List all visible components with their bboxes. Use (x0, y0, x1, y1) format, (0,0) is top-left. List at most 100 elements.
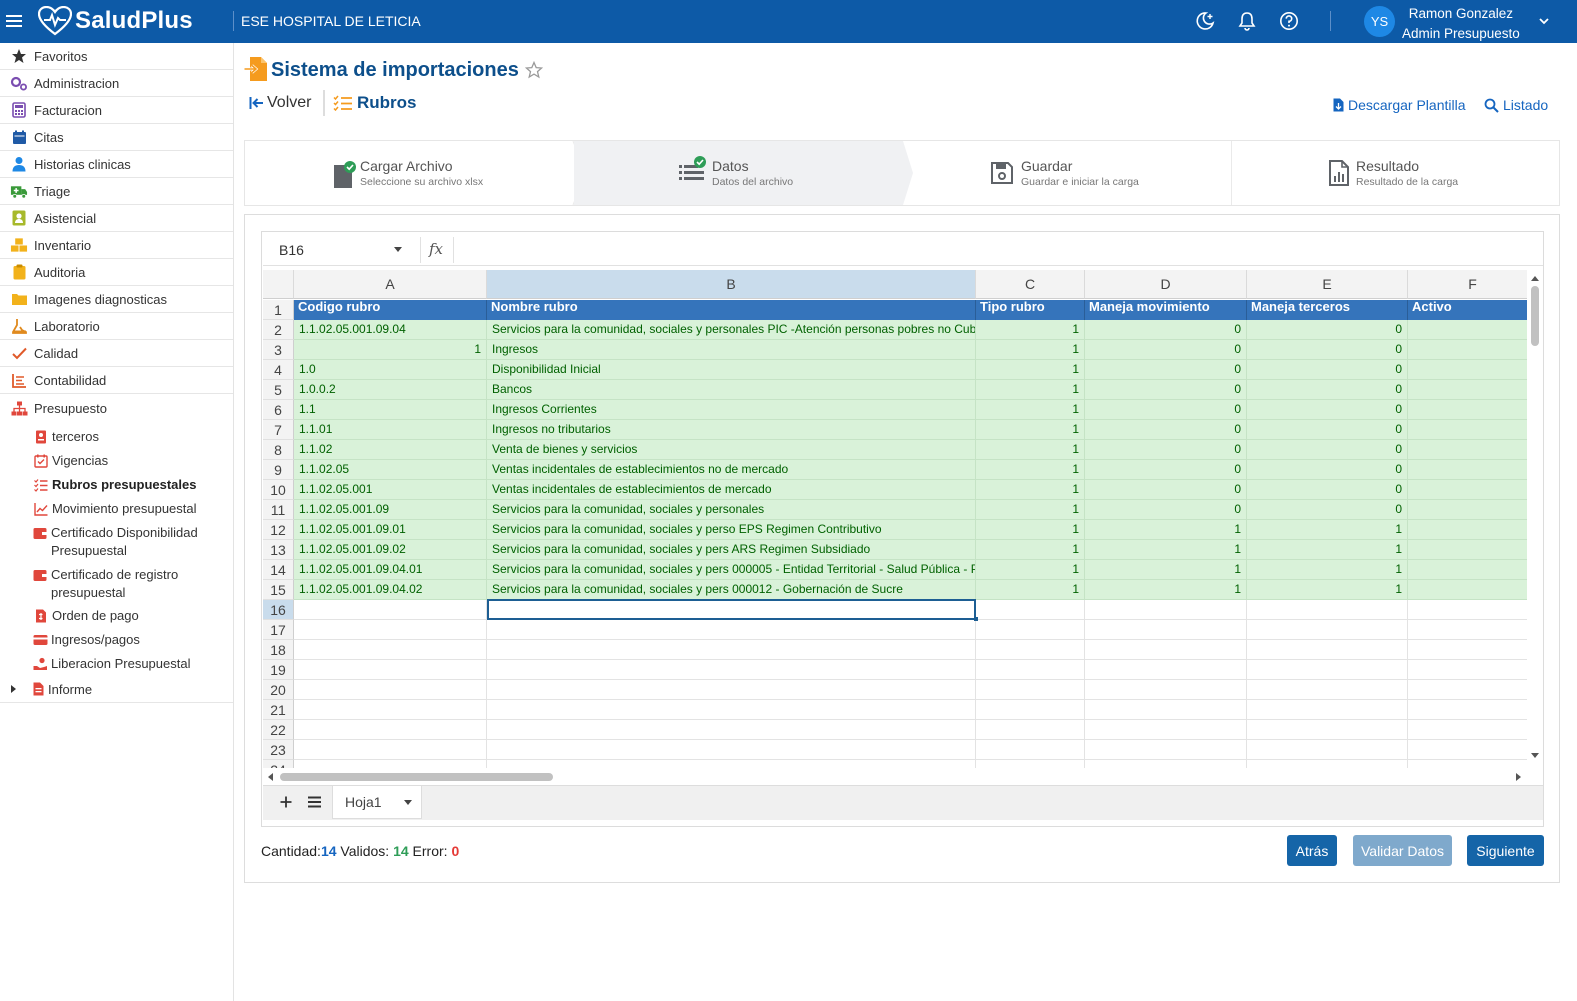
empty-cell[interactable] (487, 660, 976, 680)
data-cell[interactable]: 1 (1247, 520, 1408, 540)
data-cell[interactable]: 1 (976, 560, 1085, 580)
data-cell[interactable]: 1.1.02.05.001.09.04.01 (294, 560, 487, 580)
data-cell[interactable]: 0 (1247, 320, 1408, 340)
data-cell[interactable]: Servicios para la comunidad, sociales y … (487, 500, 976, 520)
empty-cell[interactable] (294, 680, 487, 700)
data-cell[interactable]: 1.1.02.05.001.09.04.02 (294, 580, 487, 600)
empty-cell[interactable] (294, 740, 487, 760)
back-button[interactable]: Atrás (1287, 835, 1337, 866)
data-cell[interactable]: 0 (1085, 360, 1247, 380)
empty-cell[interactable] (1247, 620, 1408, 640)
data-cell[interactable]: 1.1.02.05.001 (294, 480, 487, 500)
data-cell[interactable]: 1 (1085, 560, 1247, 580)
data-cell[interactable]: 1.1.01 (294, 420, 487, 440)
sidebar-subitem-rubros[interactable]: Rubros presupuestales (34, 476, 197, 494)
sidebar-item-citas[interactable]: Citas (0, 124, 233, 151)
data-cell[interactable]: Bancos (487, 380, 976, 400)
data-cell[interactable]: 0 (1085, 400, 1247, 420)
data-cell[interactable] (1408, 340, 1527, 360)
empty-cell[interactable] (1247, 700, 1408, 720)
row-header[interactable]: 6 (263, 400, 294, 420)
data-cell[interactable]: 1 (976, 420, 1085, 440)
sidebar-item-facturacion[interactable]: Facturacion (0, 97, 233, 124)
empty-cell[interactable] (487, 740, 976, 760)
sidebar-item-informe[interactable]: Informe (0, 676, 233, 703)
data-cell[interactable]: 0 (1085, 380, 1247, 400)
data-cell[interactable]: 1.1.02 (294, 440, 487, 460)
data-cell[interactable]: 1 (976, 480, 1085, 500)
fill-handle[interactable] (974, 617, 978, 621)
sidebar-subitem-vigencias[interactable]: Vigencias (34, 452, 108, 470)
data-cell[interactable]: 0 (1085, 500, 1247, 520)
empty-cell[interactable] (1085, 680, 1247, 700)
empty-cell[interactable] (1408, 740, 1527, 760)
step-datos[interactable]: Datos Datos del archivo (574, 141, 903, 205)
header-cell[interactable]: Codigo rubro (294, 300, 487, 320)
data-cell[interactable]: 0 (1247, 400, 1408, 420)
horizontal-scrollbar[interactable] (266, 771, 1526, 783)
bell-icon[interactable] (1237, 11, 1257, 31)
sidebar-item-asistencial[interactable]: Asistencial (0, 205, 233, 232)
data-cell[interactable]: Venta de bienes y servicios (487, 440, 976, 460)
sidebar-item-imagenes[interactable]: Imagenes diagnosticas (0, 286, 233, 313)
data-cell[interactable]: 1 (976, 320, 1085, 340)
empty-cell[interactable] (1408, 640, 1527, 660)
data-cell[interactable]: 1 (294, 340, 487, 360)
row-header[interactable]: 18 (263, 640, 294, 660)
data-cell[interactable] (1408, 420, 1527, 440)
theme-toggle-icon[interactable] (1195, 11, 1215, 31)
header-cell[interactable]: Tipo rubro (976, 300, 1085, 320)
download-template-link[interactable]: Descargar Plantilla (1333, 97, 1466, 113)
empty-cell[interactable] (976, 640, 1085, 660)
empty-cell[interactable] (1085, 740, 1247, 760)
back-link[interactable]: Volver (249, 94, 311, 112)
vertical-scrollbar[interactable] (1530, 274, 1540, 764)
data-cell[interactable]: Servicios para la comunidad, sociales y … (487, 320, 976, 340)
column-header[interactable]: E (1247, 270, 1408, 299)
sidebar-item-favoritos[interactable]: Favoritos (0, 43, 233, 70)
empty-cell[interactable] (487, 720, 976, 740)
data-cell[interactable]: 1.0 (294, 360, 487, 380)
add-sheet-icon[interactable] (280, 796, 292, 808)
sidebar-item-administracion[interactable]: Administracion (0, 70, 233, 97)
empty-cell[interactable] (976, 700, 1085, 720)
data-cell[interactable]: 1.1.02.05.001.09 (294, 500, 487, 520)
data-cell[interactable]: 1.1.02.05.001.09.04 (294, 320, 487, 340)
empty-cell[interactable] (1247, 640, 1408, 660)
row-header[interactable]: 13 (263, 540, 294, 560)
row-header[interactable]: 5 (263, 380, 294, 400)
data-cell[interactable]: 1.1 (294, 400, 487, 420)
empty-cell[interactable] (1408, 680, 1527, 700)
favorite-star-icon[interactable] (525, 61, 543, 79)
data-cell[interactable]: 1 (976, 340, 1085, 360)
data-cell[interactable]: 0 (1085, 340, 1247, 360)
row-header[interactable]: 17 (263, 620, 294, 640)
scroll-thumb[interactable] (1531, 286, 1539, 346)
row-header[interactable]: 9 (263, 460, 294, 480)
row-header[interactable]: 19 (263, 660, 294, 680)
empty-cell[interactable] (976, 600, 1085, 620)
step-guardar[interactable]: Guardar Guardar e iniciar la carga (913, 141, 1231, 205)
data-cell[interactable]: 1 (1085, 520, 1247, 540)
empty-cell[interactable] (487, 700, 976, 720)
row-header[interactable]: 12 (263, 520, 294, 540)
empty-cell[interactable] (1247, 760, 1408, 768)
data-cell[interactable]: 1 (976, 520, 1085, 540)
empty-cell[interactable] (976, 740, 1085, 760)
empty-cell[interactable] (487, 760, 976, 768)
sidebar-item-historias[interactable]: Historias clinicas (0, 151, 233, 178)
data-cell[interactable]: 1 (1085, 580, 1247, 600)
empty-cell[interactable] (1247, 740, 1408, 760)
empty-cell[interactable] (1247, 600, 1408, 620)
row-header[interactable]: 22 (263, 720, 294, 740)
data-cell[interactable]: 0 (1247, 440, 1408, 460)
empty-cell[interactable] (294, 600, 487, 620)
caret-down-icon[interactable] (393, 246, 403, 253)
help-icon[interactable] (1279, 11, 1299, 31)
data-cell[interactable]: Ingresos (487, 340, 976, 360)
data-cell[interactable]: 0 (1247, 340, 1408, 360)
data-cell[interactable]: 0 (1085, 460, 1247, 480)
data-cell[interactable]: Servicios para la comunidad, sociales y … (487, 540, 976, 560)
empty-cell[interactable] (294, 720, 487, 740)
empty-cell[interactable] (1408, 600, 1527, 620)
